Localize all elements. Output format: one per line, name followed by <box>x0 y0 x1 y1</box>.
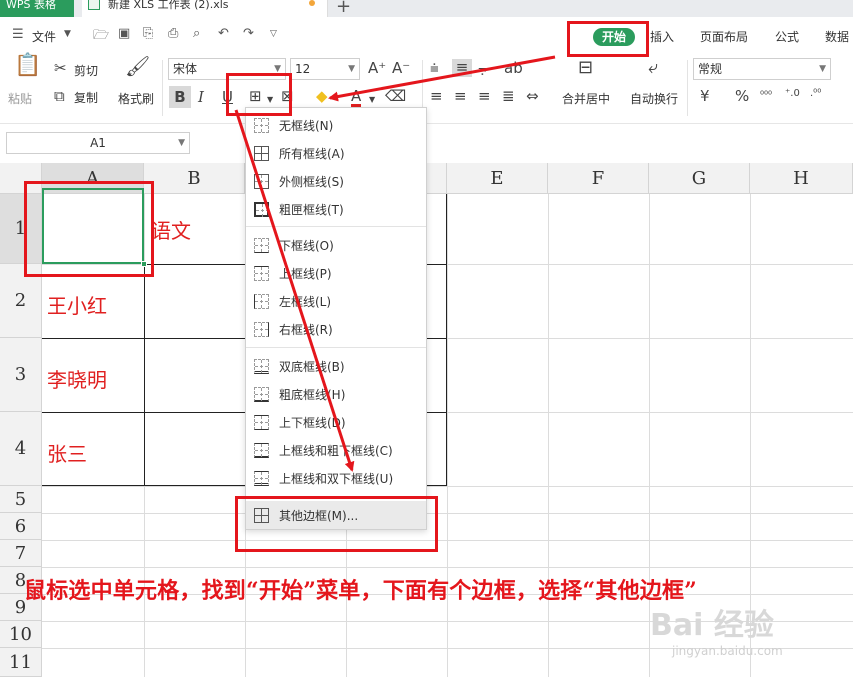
instruction-caption: 鼠标选中单元格，找到“开始”菜单，下面有个边框，选择“其他边框” <box>24 578 698 604</box>
arrow-to-border-button <box>328 55 556 102</box>
watermark-url: jingyan.baidu.com <box>672 644 783 658</box>
arrow-to-more-borders <box>234 109 355 472</box>
watermark-logo: Bai 经验 <box>650 608 774 643</box>
